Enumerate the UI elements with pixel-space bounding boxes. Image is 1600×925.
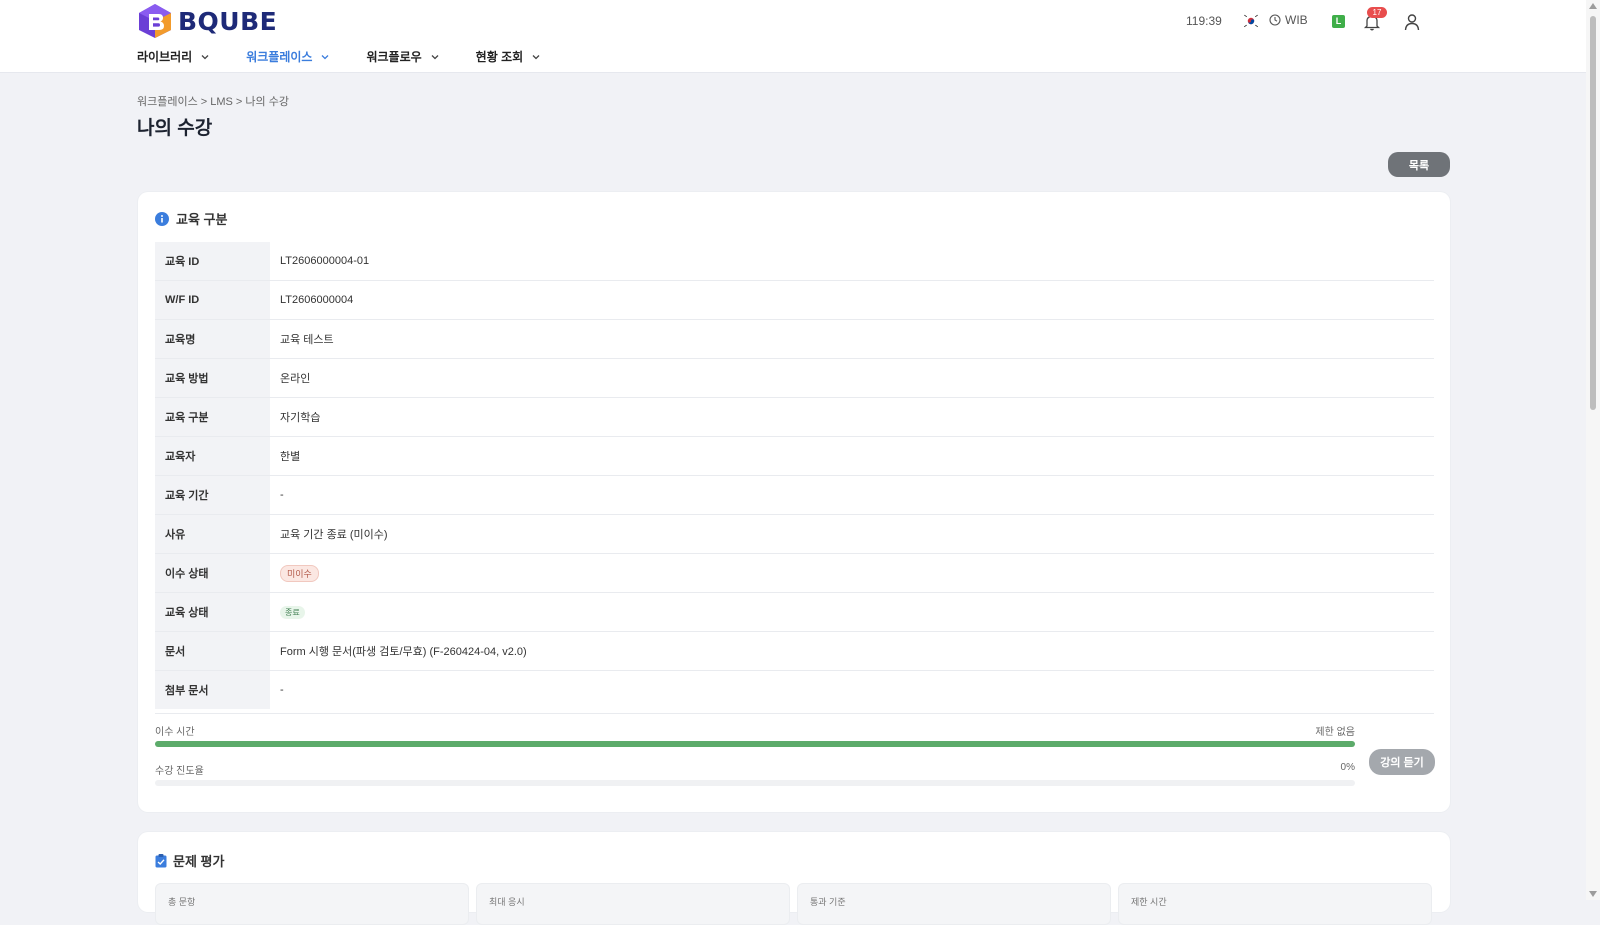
table-row: 교육 방법 온라인 [155,359,1434,398]
table-row: 교육 기간 - [155,476,1434,515]
clock-icon [1269,14,1281,26]
table-row: 이수 상태 미이수 [155,554,1434,593]
completion-status-badge: 미이수 [280,564,319,582]
section-title: 교육 구분 [176,212,228,227]
header-utilities: 119:39 WIB L 17 [1166,7,1586,34]
table-row: 교육 ID LT2606000004-01 [155,242,1434,281]
row-value: 교육 테스트 [280,334,334,346]
nav-workflow[interactable]: 워크플로우 [366,48,439,65]
row-label: 이수 상태 [155,554,270,592]
divider [155,713,1434,714]
row-value: - [280,684,284,696]
completion-time-bar-fill [155,741,1355,747]
nav-status-inquiry-label: 현황 조회 [475,50,524,64]
quiz-evaluation-card: 문제 평가 총 문항 최대 응시 통과 기준 제한 시간 [138,832,1450,925]
main-nav: 라이브러리 워크플레이스 워크플로우 현황 조회 [137,48,577,65]
section-header: 교육 구분 [155,209,227,228]
stat-label: 제한 시간 [1131,897,1167,907]
watch-lecture-button[interactable]: 강의 듣기 [1369,749,1435,775]
watch-progress-label: 수강 진도율 [155,766,204,777]
table-row: 문서 Form 시행 문서(파생 검토/무효) (F-260424-04, v2… [155,632,1434,671]
level-badge[interactable]: L [1332,15,1345,28]
table-row: 교육 구분 자기학습 [155,398,1434,437]
breadcrumb: 워크플레이스 > LMS > 나의 수강 [137,96,289,108]
stat-label: 통과 기준 [810,897,846,907]
section-header: 문제 평가 [155,851,224,870]
row-value: 자기학습 [280,412,321,424]
row-value: 한별 [280,451,301,463]
stat-total-questions: 총 문항 [155,883,469,925]
nav-workplace-label: 워크플레이스 [246,50,313,64]
row-label: 교육자 [155,437,270,475]
row-value: 종료 [270,593,305,631]
scroll-down-arrow-icon[interactable] [1589,891,1597,897]
timezone-selector[interactable]: WIB [1269,13,1308,27]
notification-count: 17 [1367,7,1387,18]
row-label: 교육명 [155,320,270,358]
logo-cube-icon [139,4,171,38]
completion-time-value: 제한 없음 [1315,727,1355,738]
page-title: 나의 수강 [137,118,213,139]
row-label: 교육 ID [155,242,270,280]
chevron-down-icon [532,54,540,59]
stat-label: 총 문항 [168,897,196,907]
row-value: 교육 기간 종료 (미이수) [280,529,388,541]
session-timer: 119:39 [1186,14,1222,28]
nav-workflow-label: 워크플로우 [366,50,422,64]
chevron-down-icon [201,54,209,59]
brand-name: BQUBE [178,6,278,36]
info-table: 교육 ID LT2606000004-01 W/F ID LT260600000… [155,242,1434,709]
korea-flag-icon[interactable] [1243,14,1259,28]
row-value: LT2606000004 [280,294,354,306]
timezone-label: WIB [1285,13,1308,27]
stat-label: 최대 응시 [489,897,525,907]
watch-progress-bar [155,780,1355,786]
stat-time-limit: 제한 시간 [1118,883,1432,925]
user-icon[interactable] [1402,12,1422,32]
nav-library-label: 라이브러리 [137,50,193,64]
page-scrollbar[interactable] [1586,0,1600,900]
row-value: Form 시행 문서(파생 검토/무효) (F-260424-04, v2.0) [280,646,527,658]
scroll-up-arrow-icon[interactable] [1589,3,1597,9]
stat-max-attempts: 최대 응시 [476,883,790,925]
education-info-card: 교육 구분 교육 ID LT2606000004-01 W/F ID LT260… [138,192,1450,812]
row-label: 교육 기간 [155,476,270,514]
table-row: W/F ID LT2606000004 [155,281,1434,320]
row-label: W/F ID [155,281,270,319]
table-row: 교육자 한별 [155,437,1434,476]
table-row: 교육 상태 종료 [155,593,1434,632]
list-button[interactable]: 목록 [1388,152,1450,177]
scrollbar-thumb[interactable] [1590,16,1596,410]
nav-status-inquiry[interactable]: 현황 조회 [476,48,542,65]
chevron-down-icon [431,54,439,59]
row-label: 교육 구분 [155,398,270,436]
section-title: 문제 평가 [173,854,225,869]
table-row: 교육명 교육 테스트 [155,320,1434,359]
row-value: 미이수 [270,554,319,592]
row-value: 온라인 [280,373,311,385]
row-label: 첨부 문서 [155,671,270,709]
table-row: 첨부 문서 - [155,671,1434,709]
row-value: - [280,489,284,501]
info-icon [155,211,169,226]
nav-library[interactable]: 라이브러리 [137,48,210,65]
brand-logo[interactable]: BQUBE [138,3,277,39]
chevron-down-icon [321,54,329,59]
education-status-badge: 종료 [280,605,305,619]
stat-pass-criteria: 통과 기준 [797,883,1111,925]
top-header: BQUBE 라이브러리 워크플레이스 워크플로우 현황 조회 119:39 WI… [0,0,1586,73]
row-label: 사유 [155,515,270,553]
watch-progress-value: 0% [1340,762,1355,773]
completion-time-label: 이수 시간 [155,727,195,738]
nav-workplace[interactable]: 워크플레이스 [246,48,330,65]
table-row: 사유 교육 기간 종료 (미이수) [155,515,1434,554]
completion-time-bar [155,741,1355,747]
row-label: 문서 [155,632,270,670]
row-label: 교육 상태 [155,593,270,631]
row-label: 교육 방법 [155,359,270,397]
row-value: LT2606000004-01 [280,255,370,267]
clipboard-check-icon [155,853,167,867]
